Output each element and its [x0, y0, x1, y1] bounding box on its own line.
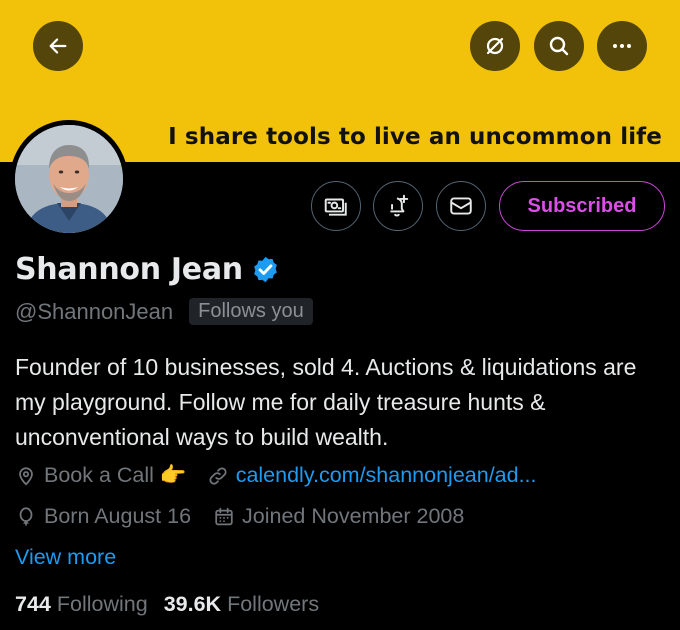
following-count: 744 — [15, 592, 51, 616]
grok-button[interactable] — [470, 21, 520, 71]
tip-button[interactable] — [311, 181, 361, 231]
bio: Founder of 10 businesses, sold 4. Auctio… — [15, 354, 637, 450]
profession-item: Book a Call 👉 — [15, 463, 187, 488]
banner-text: I share tools to live an uncommon life — [168, 124, 662, 150]
bell-plus-icon — [390, 194, 409, 217]
location-pin-icon — [15, 465, 37, 487]
notifications-button[interactable] — [373, 181, 423, 231]
display-name: Shannon Jean — [15, 252, 243, 287]
followers-count: 39.6K — [163, 592, 222, 616]
subscribed-button[interactable]: Subscribed — [499, 181, 665, 231]
follows-you-badge: Follows you — [189, 298, 313, 325]
handle-row: @ShannonJean Follows you — [15, 298, 313, 325]
meta-row-2: Born August 16 Joined November 2008 — [15, 504, 464, 529]
more-button[interactable] — [597, 21, 647, 71]
following-label: Following — [56, 592, 148, 616]
following-stat[interactable]: 744 Following — [15, 592, 148, 617]
more-horizontal-icon — [613, 44, 631, 48]
followers-stat[interactable]: 39.6K Followers — [164, 592, 319, 617]
message-button[interactable] — [436, 181, 486, 231]
handle: @ShannonJean — [15, 298, 174, 324]
website-link[interactable]: calendly.com/shannonjean/ad... — [236, 463, 537, 488]
joined-text: Joined November 2008 — [242, 504, 465, 528]
name-row: Shannon Jean — [15, 252, 280, 287]
balloon-icon — [15, 506, 37, 528]
back-button[interactable] — [33, 21, 83, 71]
avatar[interactable] — [10, 120, 128, 238]
birthday-text: Born August 16 — [44, 504, 192, 528]
profile-photo — [15, 125, 123, 233]
envelope-icon — [450, 197, 472, 215]
calendar-icon — [213, 506, 235, 528]
link-icon — [207, 465, 229, 487]
follow-stats: 744 Following 39.6K Followers — [15, 592, 319, 617]
verified-badge-icon[interactable] — [251, 255, 280, 284]
money-icon — [324, 198, 347, 216]
website-item[interactable]: calendly.com/shannonjean/ad... — [207, 463, 537, 488]
joined-item: Joined November 2008 — [213, 504, 464, 529]
slashed-circle-icon — [486, 37, 504, 55]
search-icon — [549, 36, 569, 56]
search-button[interactable] — [534, 21, 584, 71]
profession-text: Book a Call 👉 — [44, 463, 187, 487]
view-more-link[interactable]: View more — [15, 545, 116, 570]
birthday-item: Born August 16 — [15, 504, 191, 529]
followers-label: Followers — [227, 592, 320, 616]
meta-row-1: Book a Call 👉 calendly.com/shannonjean/a… — [15, 463, 537, 488]
arrow-left-icon — [49, 38, 67, 54]
